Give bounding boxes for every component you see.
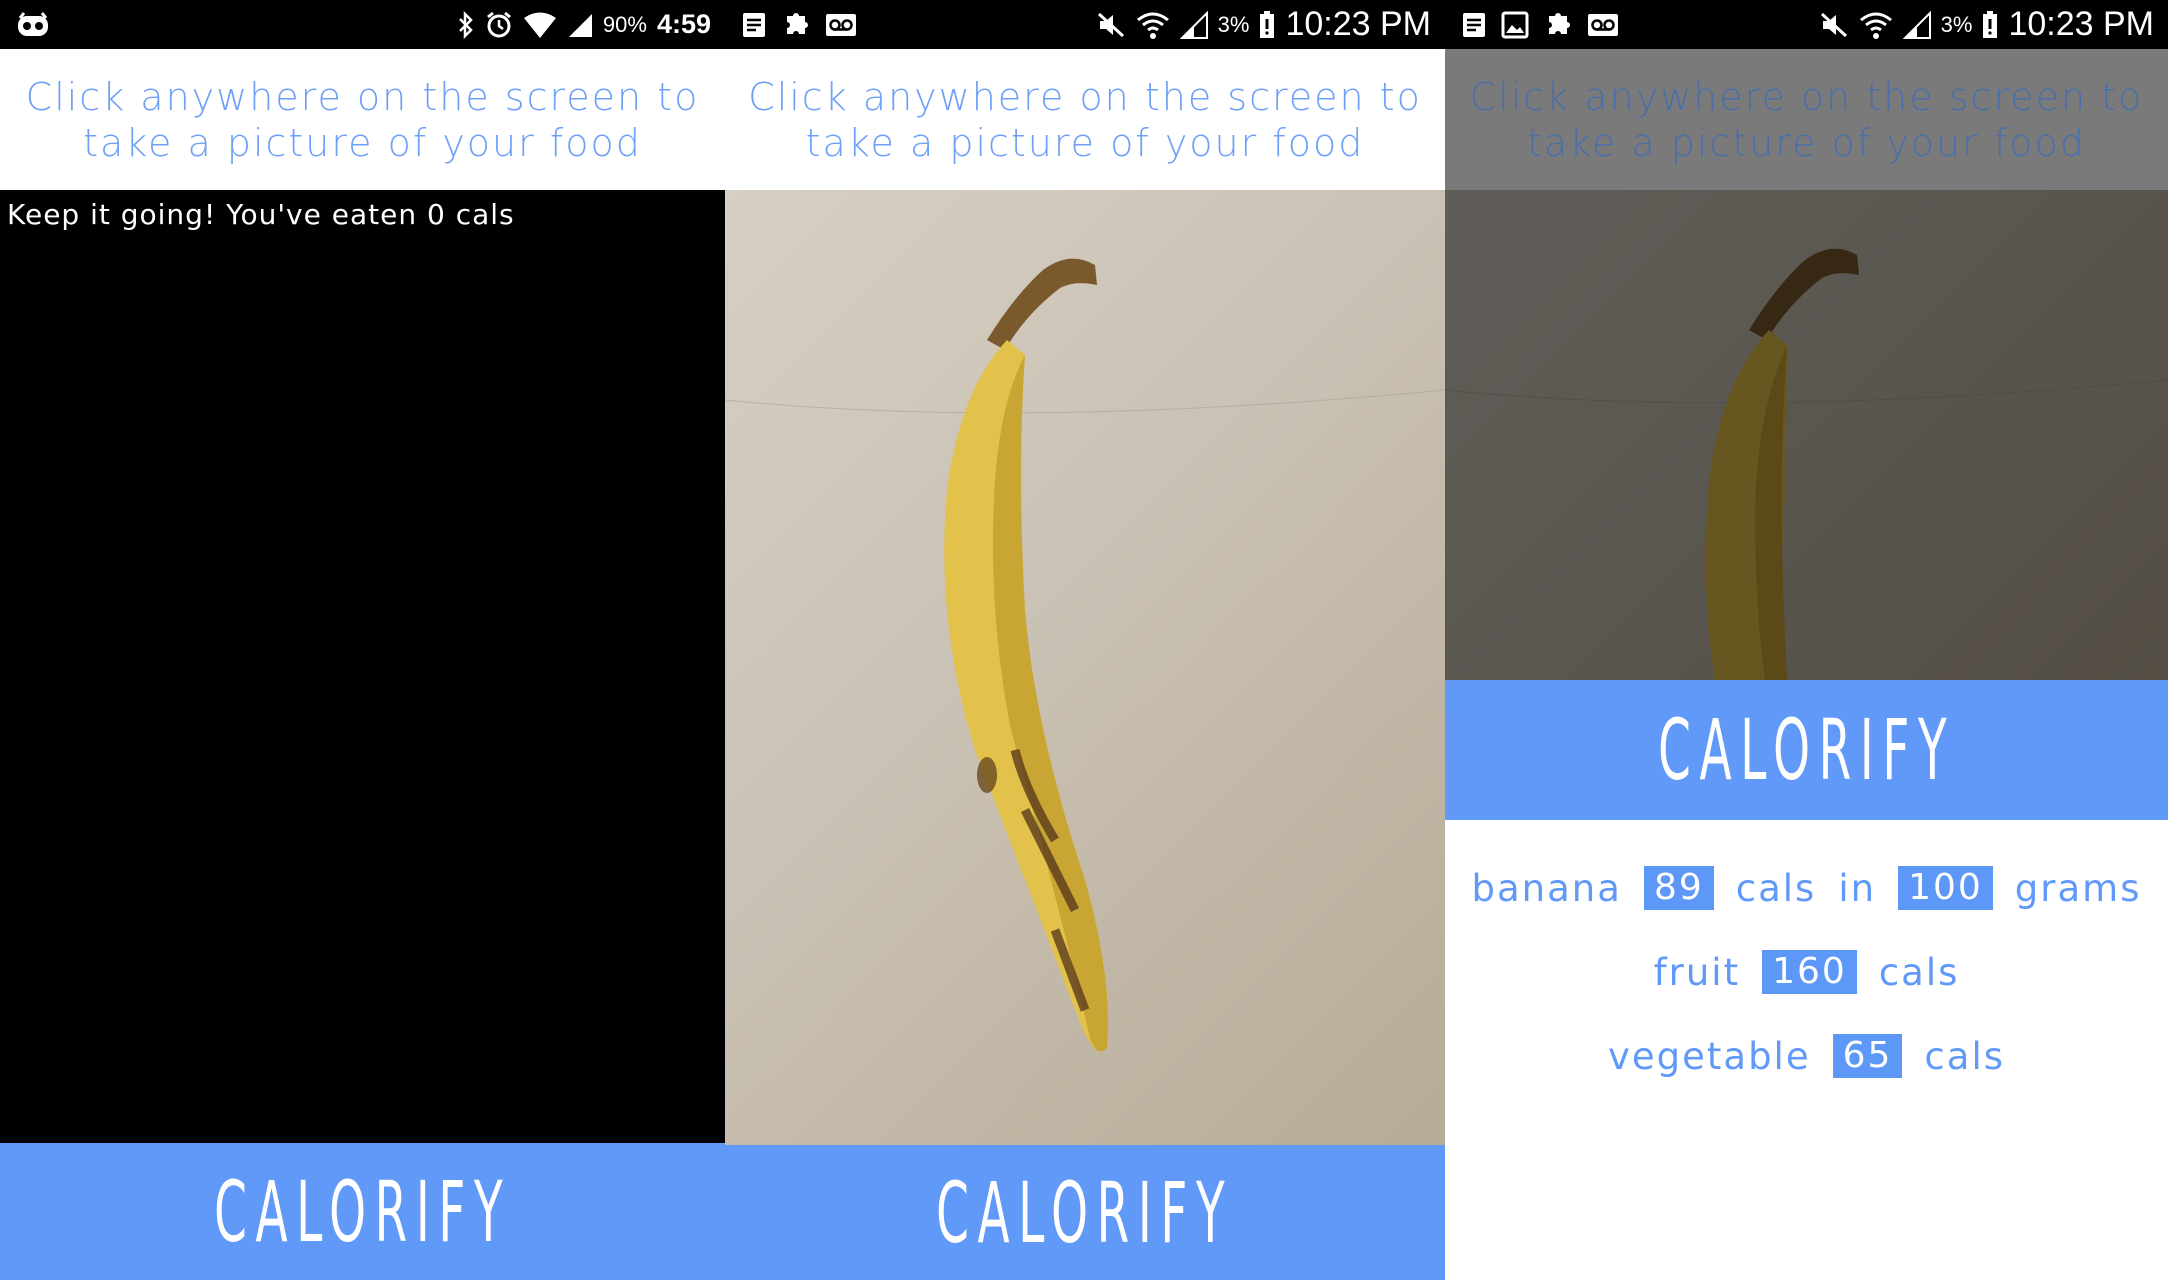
app-logo-text: CALORIFY: [936, 1163, 1234, 1262]
prompt-line-1: Click anywhere on the screen to: [748, 74, 1422, 119]
calorie-badge: 65: [1832, 1034, 1903, 1078]
mute-icon: [1096, 11, 1126, 39]
battery-percent: 3%: [1217, 11, 1250, 37]
banana-photo-dimmed: [1445, 190, 2168, 680]
signal-icon: [1902, 10, 1931, 39]
prompt-line-2: take a picture of your food: [1527, 120, 2086, 165]
food-name: banana: [1471, 866, 1622, 910]
result-row-fruit[interactable]: fruit 160 cals: [1445, 950, 2168, 994]
mute-icon: [1819, 11, 1849, 39]
signal-icon: [1179, 10, 1208, 39]
cals-label: cals: [1735, 866, 1817, 910]
wifi-icon: [1136, 10, 1170, 40]
status-bar: 3% 10:23 PM: [725, 0, 1445, 49]
battery-percent: 90%: [602, 11, 647, 37]
status-bar: 90% 4:59: [0, 0, 725, 49]
capture-prompt[interactable]: Click anywhere on the screen to take a p…: [0, 49, 725, 190]
results-panel: banana 89 cals in 100 grams fruit 160 ca…: [1445, 820, 2168, 1280]
bluetooth-icon: [457, 10, 475, 39]
calorie-badge: 160: [1762, 950, 1857, 994]
banana-image: [725, 258, 1445, 1052]
battery-alert-icon: [1259, 10, 1275, 39]
notes-icon: [1461, 11, 1487, 39]
alarm-icon: [485, 11, 513, 39]
capture-prompt[interactable]: Click anywhere on the screen to take a p…: [725, 49, 1445, 190]
brand-bar: CALORIFY: [1445, 680, 2168, 820]
grams-label: grams: [2014, 866, 2142, 910]
clock: 4:59: [656, 9, 711, 39]
voicemail-icon: [1587, 13, 1619, 37]
screen-camera-banana: 3% 10:23 PM Click anywhere on the screen…: [725, 0, 1445, 1280]
cals-label: cals: [1924, 1034, 2005, 1078]
prompt-line-2: take a picture of your food: [805, 120, 1365, 165]
result-row-banana[interactable]: banana 89 cals in 100 grams: [1445, 866, 2168, 910]
dim-overlay: [1445, 190, 2168, 680]
image-icon: [1501, 11, 1529, 39]
camera-preview[interactable]: Keep it going! You've eaten 0 cals: [0, 190, 725, 1143]
in-label: in: [1838, 866, 1877, 910]
status-bar: 3% 10:23 PM: [1445, 0, 2168, 49]
prompt-line-2: take a picture of your food: [83, 120, 642, 165]
calorie-status-message: Keep it going! You've eaten 0 cals: [7, 198, 515, 231]
app-logo-text: CALORIFY: [1657, 701, 1956, 799]
puzzle-icon: [781, 10, 811, 40]
food-name: vegetable: [1607, 1034, 1811, 1078]
cals-label: cals: [1878, 950, 1960, 994]
clock: 10:23 PM: [2008, 5, 2154, 43]
calorie-badge: 89: [1643, 866, 1714, 910]
wifi-icon: [523, 11, 557, 39]
brand-bar: CALORIFY: [725, 1145, 1445, 1280]
cyanogen-icon: [16, 11, 50, 38]
screen-results: 3% 10:23 PM Click anywhere on the screen…: [1445, 0, 2168, 1280]
grams-badge: 100: [1898, 866, 1993, 910]
battery-percent: 3%: [1940, 11, 1973, 37]
voicemail-icon: [825, 13, 857, 37]
app-logo-text: CALORIFY: [213, 1162, 512, 1261]
banana-photo[interactable]: [725, 190, 1445, 1145]
prompt-line-1: Click anywhere on the screen to: [1469, 74, 2144, 119]
prompt-line-1: Click anywhere on the screen to: [25, 74, 700, 119]
notes-icon: [741, 11, 767, 39]
food-name: fruit: [1653, 950, 1741, 994]
wifi-icon: [1859, 10, 1893, 40]
brand-bar: CALORIFY: [0, 1143, 725, 1280]
clock: 10:23 PM: [1285, 5, 1431, 43]
result-row-vegetable[interactable]: vegetable 65 cals: [1445, 1034, 2168, 1078]
signal-icon: [567, 12, 593, 38]
screen-camera-empty: 90% 4:59 Click anywhere on the screen to…: [0, 0, 725, 1280]
puzzle-icon: [1543, 10, 1573, 40]
capture-prompt-dimmed: Click anywhere on the screen to take a p…: [1445, 49, 2168, 190]
battery-alert-icon: [1982, 10, 1998, 39]
